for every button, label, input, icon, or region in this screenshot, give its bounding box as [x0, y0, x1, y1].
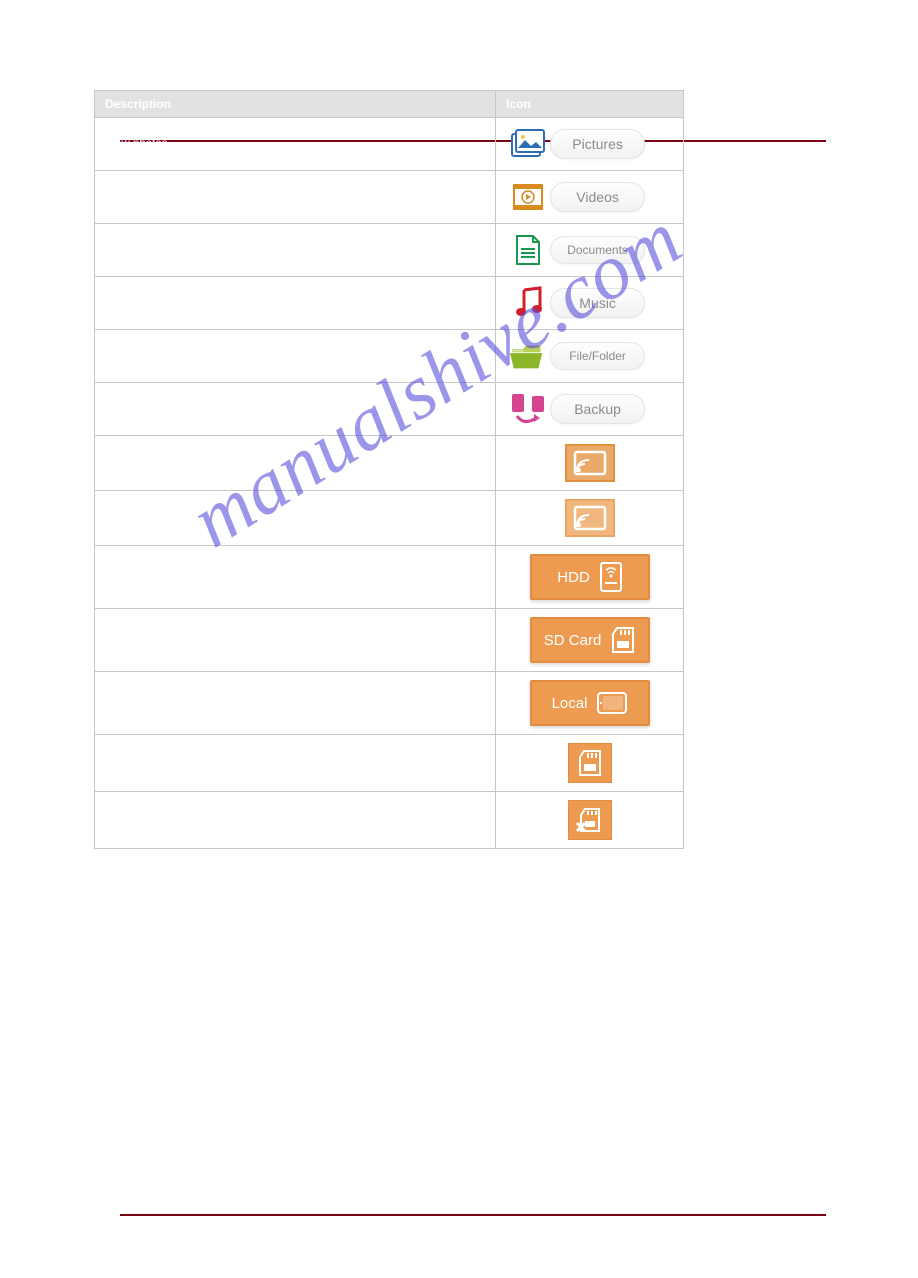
- sd-connected-icon: [568, 743, 612, 783]
- table-header-icon: Icon: [496, 91, 684, 118]
- row-desc: Listen to music: [95, 277, 496, 330]
- row-desc: No DLNA media devices found (only availa…: [95, 491, 496, 546]
- pill-file-folder: File/Folder: [506, 338, 673, 374]
- pill-label: Videos: [550, 182, 645, 212]
- table-row: View files and folders (only available i…: [95, 330, 684, 383]
- table-row: Back up the photos and videos on your de…: [95, 383, 684, 436]
- table-row: Read documents Documents: [95, 224, 684, 277]
- pill-label: Pictures: [550, 129, 645, 159]
- row-desc: Watch videos: [95, 171, 496, 224]
- sd-error-icon: [568, 800, 612, 840]
- hdd-label: HDD: [557, 569, 590, 586]
- local-label: Local: [552, 695, 588, 712]
- music-icon: [510, 285, 546, 321]
- footer-page-number: 20: [807, 1226, 820, 1240]
- bottom-rule: [120, 1214, 826, 1216]
- footer-title: User Manual: [120, 1226, 188, 1240]
- row-desc: DLNA media devices found on the same net…: [95, 436, 496, 491]
- row-desc: View photos: [95, 118, 496, 171]
- backup-icon: [510, 391, 546, 427]
- row-desc: Access the HDD partition of the device: [95, 546, 496, 609]
- pill-backup: Backup: [506, 391, 673, 427]
- row-desc: View files and folders (only available i…: [95, 330, 496, 383]
- document-icon: [510, 232, 546, 268]
- row-desc: SD Card connected: [95, 735, 496, 792]
- table-row: Access the files and folders on your mob…: [95, 672, 684, 735]
- table-row: View photos Pictures: [95, 118, 684, 171]
- table-row: DLNA media devices found on the same net…: [95, 436, 684, 491]
- pill-music: Music: [506, 285, 673, 321]
- icon-reference-table: Description Icon View photos Pictures Wa…: [94, 90, 684, 849]
- row-desc: Unable to read the SD card, possibly bec…: [95, 792, 496, 849]
- table-header-description: Description: [95, 91, 496, 118]
- local-button: Local: [530, 680, 650, 726]
- row-desc: Access the files and folders on your mob…: [95, 672, 496, 735]
- dlna-not-found-icon: [565, 499, 615, 537]
- hdd-button: HDD: [530, 554, 650, 600]
- pill-label: File/Folder: [550, 342, 645, 370]
- pill-label: Documents: [550, 236, 645, 264]
- photo-icon: [510, 126, 546, 162]
- folder-icon: [510, 338, 546, 374]
- dlna-found-icon: [565, 444, 615, 482]
- row-desc: Back up the photos and videos on your de…: [95, 383, 496, 436]
- row-desc: Read documents: [95, 224, 496, 277]
- table-row: No DLNA media devices found (only availa…: [95, 491, 684, 546]
- table-row: Access the HDD partition of the device H…: [95, 546, 684, 609]
- pill-pictures: Pictures: [506, 126, 673, 162]
- video-icon: [510, 179, 546, 215]
- table-row: Watch videos Videos: [95, 171, 684, 224]
- pill-videos: Videos: [506, 179, 673, 215]
- table-row: Unable to read the SD card, possibly bec…: [95, 792, 684, 849]
- pill-label: Music: [550, 288, 645, 318]
- table-row: Access the SD Card connected to the devi…: [95, 609, 684, 672]
- sd-card-button: SD Card: [530, 617, 650, 663]
- pill-documents: Documents: [506, 232, 673, 268]
- table-row: SD Card connected: [95, 735, 684, 792]
- table-row: Listen to music Music: [95, 277, 684, 330]
- sd-card-label: SD Card: [544, 632, 602, 649]
- pill-label: Backup: [550, 394, 645, 424]
- row-desc: Access the SD Card connected to the devi…: [95, 609, 496, 672]
